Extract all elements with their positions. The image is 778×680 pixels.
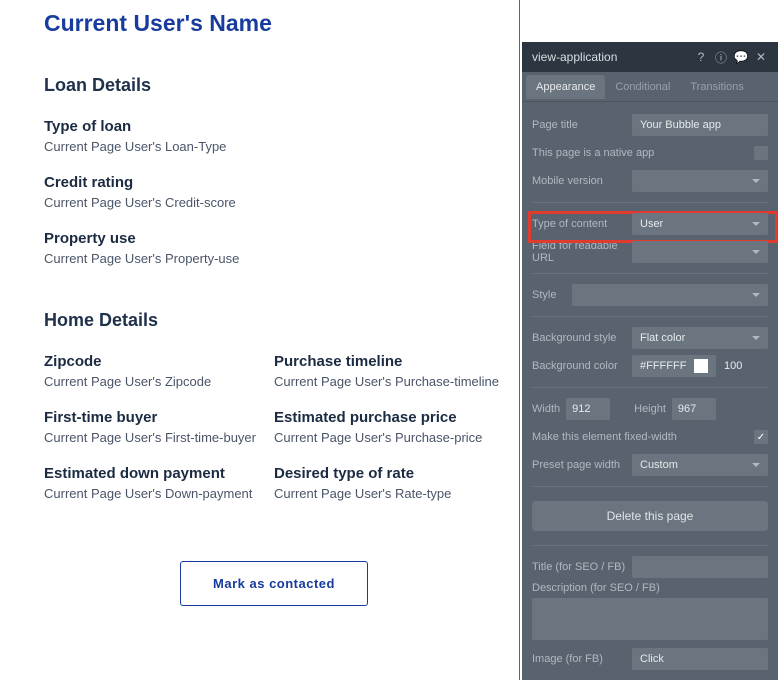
field-first-time: First-time buyer Current Page User's Fir…	[44, 409, 274, 445]
mobile-version-select[interactable]	[632, 170, 768, 192]
field-value: Current Page User's Purchase-price	[274, 430, 504, 445]
help-icon[interactable]: ?	[694, 50, 708, 64]
prop-label: Background color	[532, 360, 632, 372]
row-style: Style	[532, 282, 768, 308]
close-icon[interactable]: ✕	[754, 50, 768, 64]
width-input[interactable]	[566, 398, 610, 420]
field-label: First-time buyer	[44, 409, 274, 426]
panel-tabs: Appearance Conditional Transitions	[522, 72, 778, 102]
prop-label: Image (for FB)	[532, 653, 632, 665]
field-value: Current Page User's Zipcode	[44, 374, 274, 389]
prop-label: Make this element fixed-width	[532, 431, 754, 443]
prop-label: Field for readable URL	[532, 240, 632, 264]
field-loan-type: Type of loan Current Page User's Loan-Ty…	[44, 118, 504, 154]
field-down-payment: Estimated down payment Current Page User…	[44, 465, 274, 501]
row-bg-color: Background color #FFFFFF 100	[532, 353, 768, 379]
mark-contacted-button[interactable]: Mark as contacted	[180, 561, 368, 606]
row-bg-style: Background style Flat color	[532, 325, 768, 351]
info-icon[interactable]: ⓘ	[714, 50, 728, 64]
prop-label: Title (for SEO / FB)	[532, 561, 632, 573]
field-value: Current Page User's Loan-Type	[44, 139, 504, 154]
field-label: Desired type of rate	[274, 465, 504, 482]
row-dimensions: Width Height	[532, 396, 768, 422]
field-value: Current Page User's Credit-score	[44, 195, 504, 210]
native-app-checkbox[interactable]	[754, 146, 768, 160]
field-rate-type: Desired type of rate Current Page User's…	[274, 465, 504, 501]
row-fixed-width: Make this element fixed-width ✓	[532, 424, 768, 450]
prop-label: This page is a native app	[532, 147, 754, 159]
home-details-grid: Zipcode Current Page User's Zipcode Firs…	[44, 353, 504, 521]
prop-label: Style	[532, 289, 572, 301]
field-label: Property use	[44, 230, 504, 247]
field-label: Credit rating	[44, 174, 504, 191]
bg-color-value: #FFFFFF	[640, 360, 686, 372]
prop-label: Background style	[532, 332, 632, 344]
row-seo-image: Image (for FB) Click	[532, 646, 768, 672]
tab-transitions[interactable]: Transitions	[680, 75, 753, 99]
tab-conditional[interactable]: Conditional	[605, 75, 680, 99]
row-type-of-content: Type of content User	[532, 211, 768, 237]
prop-label: Type of content	[532, 218, 632, 230]
bg-opacity[interactable]: 100	[724, 360, 742, 372]
style-select[interactable]	[572, 284, 768, 306]
field-timeline: Purchase timeline Current Page User's Pu…	[274, 353, 504, 389]
field-value: Current Page User's Down-payment	[44, 486, 274, 501]
fixed-width-checkbox[interactable]: ✓	[754, 430, 768, 444]
field-label: Zipcode	[44, 353, 274, 370]
preset-width-select[interactable]: Custom	[632, 454, 768, 476]
field-label: Purchase timeline	[274, 353, 504, 370]
field-label: Estimated down payment	[44, 465, 274, 482]
prop-label: Preset page width	[532, 459, 632, 471]
row-page-title: Page title Your Bubble app	[532, 112, 768, 138]
field-value: Current Page User's Purchase-timeline	[274, 374, 504, 389]
canvas-edge	[519, 0, 520, 680]
delete-page-button[interactable]: Delete this page	[532, 501, 768, 531]
row-preset-width: Preset page width Custom	[532, 452, 768, 478]
field-property-use: Property use Current Page User's Propert…	[44, 230, 504, 266]
field-zipcode: Zipcode Current Page User's Zipcode	[44, 353, 274, 389]
tab-appearance[interactable]: Appearance	[526, 75, 605, 99]
bg-color-input[interactable]: #FFFFFF	[632, 355, 716, 377]
field-value: Current Page User's First-time-buyer	[44, 430, 274, 445]
type-of-content-select[interactable]: User	[632, 213, 768, 235]
row-readable-url: Field for readable URL	[532, 239, 768, 265]
section-loan: Loan Details	[44, 75, 504, 96]
page-title-input[interactable]: Your Bubble app	[632, 114, 768, 136]
width-label: Width	[532, 403, 560, 415]
prop-label: Page title	[532, 119, 632, 131]
row-mobile-version: Mobile version	[532, 168, 768, 194]
height-input[interactable]	[672, 398, 716, 420]
field-credit-rating: Credit rating Current Page User's Credit…	[44, 174, 504, 210]
bg-style-select[interactable]: Flat color	[632, 327, 768, 349]
row-native-app: This page is a native app	[532, 140, 768, 166]
field-value: Current Page User's Rate-type	[274, 486, 504, 501]
readable-url-select[interactable]	[632, 241, 768, 263]
prop-label: Mobile version	[532, 175, 632, 187]
seo-image-input[interactable]: Click	[632, 648, 768, 670]
page-title: Current User's Name	[44, 10, 504, 37]
height-label: Height	[634, 403, 666, 415]
seo-title-input[interactable]	[632, 556, 768, 578]
field-value: Current Page User's Property-use	[44, 251, 504, 266]
section-home: Home Details	[44, 310, 504, 331]
panel-title: view-application	[532, 50, 617, 64]
comment-icon[interactable]: 💬	[734, 50, 748, 64]
field-price: Estimated purchase price Current Page Us…	[274, 409, 504, 445]
row-seo-title: Title (for SEO / FB)	[532, 554, 768, 580]
page-canvas: Current User's Name Loan Details Type of…	[44, 10, 504, 606]
panel-body: Page title Your Bubble app This page is …	[522, 102, 778, 678]
seo-desc-textarea[interactable]	[532, 598, 768, 640]
property-panel: view-application ? ⓘ 💬 ✕ Appearance Cond…	[522, 42, 778, 680]
field-label: Estimated purchase price	[274, 409, 504, 426]
field-label: Type of loan	[44, 118, 504, 135]
row-seo-desc: Description (for SEO / FB)	[532, 582, 768, 640]
panel-header[interactable]: view-application ? ⓘ 💬 ✕	[522, 42, 778, 72]
color-swatch[interactable]	[694, 359, 708, 373]
prop-label: Description (for SEO / FB)	[532, 582, 768, 594]
